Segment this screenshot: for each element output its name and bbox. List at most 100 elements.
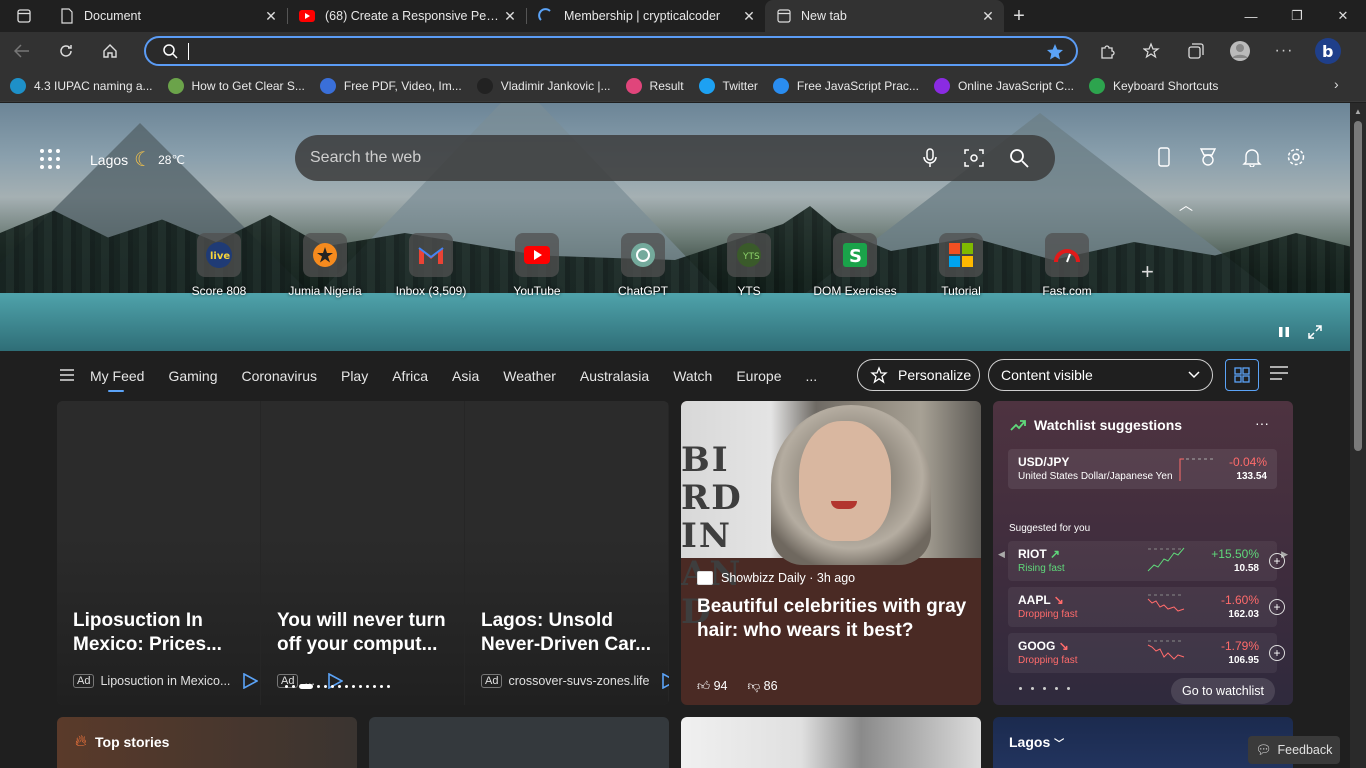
- feed-tab[interactable]: Watch: [673, 368, 712, 384]
- quick-link-tile[interactable]: Jumia Nigeria: [272, 233, 378, 298]
- microphone-icon[interactable]: [919, 147, 941, 169]
- address-bar[interactable]: [144, 36, 1078, 66]
- favorite-link[interactable]: Keyboard Shortcuts: [1088, 77, 1218, 94]
- settings-more-button[interactable]: ···: [1262, 32, 1306, 70]
- news-card-2[interactable]: [369, 717, 669, 768]
- grid-layout-button[interactable]: [1225, 359, 1259, 391]
- add-to-watchlist-icon[interactable]: +: [1269, 645, 1285, 661]
- news-headline[interactable]: Beautiful celebrities with gray hair: wh…: [697, 595, 967, 643]
- ad-card[interactable]: You will never turn off your comput... Ad…: [261, 401, 465, 705]
- favorite-link[interactable]: Twitter: [698, 77, 758, 94]
- feed-menu-icon[interactable]: [60, 368, 90, 384]
- favorites-overflow-chevron-icon[interactable]: ›: [1334, 76, 1339, 92]
- feed-tab[interactable]: My Feed: [90, 368, 144, 392]
- tab-membership[interactable]: Membership | crypticalcoder ✕: [526, 0, 765, 32]
- favorite-star-icon[interactable]: [1046, 43, 1064, 61]
- notifications-bell-icon[interactable]: [1241, 146, 1263, 168]
- search-submit-icon[interactable]: [1008, 147, 1030, 169]
- quick-link-tile[interactable]: Inbox (3,509): [378, 233, 484, 298]
- quote-usdjpy[interactable]: USD/JPY United States Dollar/Japanese Ye…: [1008, 449, 1277, 489]
- ad-choices-icon[interactable]: [661, 673, 669, 689]
- watchlist-item[interactable]: RIOT ↗ Rising fast +15.50% 10.58 +: [1008, 541, 1285, 581]
- weather-widget[interactable]: Lagos ☾ 28℃: [90, 147, 185, 172]
- favorites-button[interactable]: [1130, 32, 1174, 70]
- close-window-button[interactable]: ✕: [1320, 0, 1366, 32]
- feed-tab[interactable]: Gaming: [168, 368, 217, 384]
- close-tab-icon[interactable]: ✕: [980, 8, 996, 25]
- feedback-button[interactable]: 💬︎ Feedback: [1248, 736, 1340, 764]
- visual-search-icon[interactable]: [963, 147, 985, 169]
- apps-grid-icon[interactable]: [40, 149, 62, 169]
- ad-card[interactable]: Liposuction In Mexico: Prices... Ad Liposu…: [57, 401, 261, 705]
- quick-link-tile[interactable]: S DOM Exercises: [802, 233, 908, 298]
- tab-actions-icon[interactable]: [0, 0, 48, 32]
- favorite-link[interactable]: 4.3 IUPAC naming a...: [10, 77, 153, 94]
- news-card-3[interactable]: [681, 717, 981, 768]
- ad-choices-icon[interactable]: [242, 673, 259, 689]
- add-site-icon[interactable]: +: [1141, 259, 1154, 285]
- personalize-button[interactable]: Personalize: [857, 359, 980, 391]
- ad-headline[interactable]: Liposuction In Mexico: Prices...: [73, 609, 255, 657]
- favorite-link[interactable]: Free JavaScript Prac...: [772, 77, 919, 94]
- content-visibility-dropdown[interactable]: Content visible: [988, 359, 1213, 391]
- feed-more-tabs[interactable]: ...: [806, 368, 818, 384]
- pause-background-icon[interactable]: [1278, 325, 1290, 344]
- favorite-link[interactable]: Free PDF, Video, Im...: [319, 77, 462, 94]
- back-button[interactable]: [0, 32, 44, 70]
- feed-tab[interactable]: Africa: [392, 368, 428, 384]
- favorite-link[interactable]: How to Get Clear S...: [167, 77, 305, 94]
- quick-link-tile[interactable]: Fast.com: [1014, 233, 1120, 298]
- watchlist-pager[interactable]: [1019, 687, 1070, 690]
- refresh-button[interactable]: [44, 32, 88, 70]
- feed-tab[interactable]: Australasia: [580, 368, 649, 384]
- watchlist-item[interactable]: GOOG ↘ Dropping fast -1.79% 106.95 +: [1008, 633, 1285, 673]
- list-layout-icon[interactable]: [1270, 366, 1288, 385]
- feed-tab[interactable]: Weather: [503, 368, 556, 384]
- web-search-box[interactable]: Search the web: [295, 135, 1055, 181]
- ad-headline[interactable]: You will never turn off your comput...: [277, 609, 459, 657]
- address-input[interactable]: [188, 42, 189, 60]
- bing-button[interactable]: b: [1306, 32, 1350, 70]
- add-to-watchlist-icon[interactable]: +: [1269, 599, 1285, 615]
- expand-background-icon[interactable]: [1308, 325, 1322, 344]
- watchlist-more-icon[interactable]: ···: [1255, 415, 1269, 431]
- close-tab-icon[interactable]: ✕: [741, 8, 757, 25]
- carousel-prev-icon[interactable]: ◀: [998, 549, 1005, 560]
- collections-button[interactable]: [1174, 32, 1218, 70]
- like-button[interactable]: 👍︎ 94: [697, 679, 727, 694]
- quick-link-tile[interactable]: YouTube: [484, 233, 590, 298]
- new-tab-button[interactable]: +: [1004, 0, 1034, 32]
- rewards-icon[interactable]: [1197, 146, 1219, 168]
- ad-headline[interactable]: Lagos: Unsold Never-Driven Car...: [481, 609, 663, 657]
- close-tab-icon[interactable]: ✕: [263, 8, 279, 25]
- dislike-button[interactable]: 👎︎ 86: [747, 679, 777, 694]
- tab-new-tab[interactable]: New tab ✕: [765, 0, 1004, 32]
- ad-card[interactable]: Lagos: Unsold Never-Driven Car... Ad cross…: [465, 401, 669, 705]
- home-button[interactable]: [88, 32, 132, 70]
- feed-tab[interactable]: Coronavirus: [242, 368, 317, 384]
- page-settings-gear-icon[interactable]: [1285, 146, 1307, 168]
- quick-link-tile[interactable]: Tutorial: [908, 233, 1014, 298]
- extensions-button[interactable]: [1086, 32, 1130, 70]
- ad-carousel-pager[interactable]: [285, 684, 390, 689]
- top-stories-card[interactable]: 🔥︎ Top stories: [57, 717, 357, 768]
- news-card[interactable]: BIRD IN AND Showbizz Daily · 3h ago Beau…: [681, 401, 981, 705]
- tab-youtube[interactable]: (68) Create a Responsive Persona ✕: [287, 0, 526, 32]
- collapse-chevron-up-icon[interactable]: ︿: [1179, 195, 1193, 215]
- minimize-button[interactable]: —: [1228, 0, 1274, 32]
- quick-link-tile[interactable]: YTS YTS: [696, 233, 802, 298]
- profile-button[interactable]: [1218, 32, 1262, 70]
- feed-tab[interactable]: Play: [341, 368, 368, 384]
- favorite-link[interactable]: Online JavaScript C...: [933, 77, 1074, 94]
- quick-link-tile[interactable]: ChatGPT: [590, 233, 696, 298]
- go-to-watchlist-button[interactable]: Go to watchlist: [1171, 678, 1275, 704]
- page-scrollbar[interactable]: ▲: [1350, 103, 1366, 768]
- watchlist-item[interactable]: AAPL ↘ Dropping fast -1.60% 162.03 +: [1008, 587, 1285, 627]
- feed-tab[interactable]: Europe: [736, 368, 781, 384]
- tab-document[interactable]: Document ✕: [48, 0, 287, 32]
- restore-button[interactable]: ❐: [1274, 0, 1320, 32]
- mobile-icon[interactable]: [1153, 146, 1175, 168]
- close-tab-icon[interactable]: ✕: [502, 8, 518, 25]
- feed-tab[interactable]: Asia: [452, 368, 479, 384]
- favorite-link[interactable]: Result: [625, 77, 684, 94]
